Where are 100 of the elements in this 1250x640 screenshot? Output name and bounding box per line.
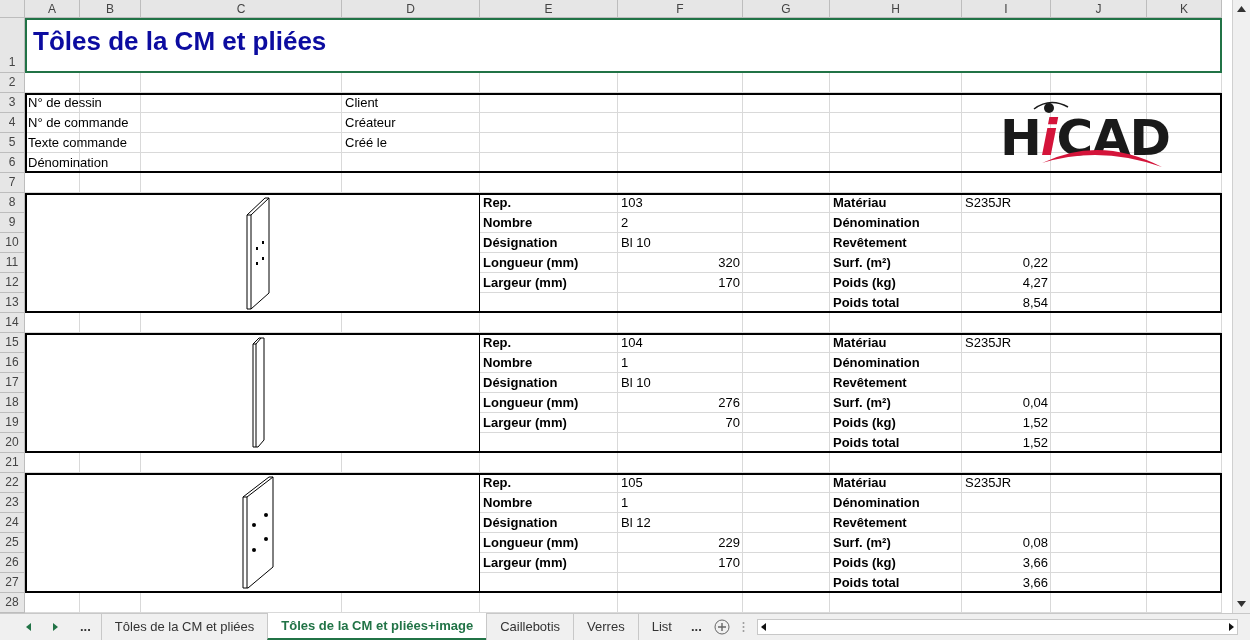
field-label: Dénomination (27, 154, 110, 172)
field-label: Surf. (m²) (832, 394, 892, 412)
previous-sheet-icon[interactable] (26, 623, 31, 631)
sheet-tab[interactable]: Caillebotis (486, 614, 574, 640)
field-label: Matériau (832, 194, 888, 212)
field-label: Longueur (mm) (482, 394, 580, 412)
field-label: Largeur (mm) (482, 554, 568, 572)
field-label: Poids total (832, 574, 901, 592)
field-value: S235JR (964, 194, 1013, 212)
row-header[interactable]: 25 (0, 533, 25, 553)
scroll-right-icon[interactable] (1229, 623, 1234, 631)
column-header[interactable]: K (1147, 0, 1222, 18)
field-label: Poids (kg) (832, 554, 897, 572)
row-header[interactable]: 24 (0, 513, 25, 533)
drag-handle-icon[interactable] (741, 621, 745, 633)
row-header[interactable]: 13 (0, 293, 25, 313)
field-value: 276 (717, 394, 741, 412)
field-value: 0,04 (1021, 394, 1049, 412)
column-header[interactable]: D (342, 0, 480, 18)
horizontal-scrollbar[interactable] (756, 619, 1238, 635)
column-header[interactable]: F (618, 0, 743, 18)
row-header[interactable]: 15 (0, 333, 25, 353)
field-label: Créé le (344, 134, 388, 152)
column-header[interactable]: E (480, 0, 618, 18)
field-value: Bl 10 (620, 374, 652, 392)
field-value: 0,08 (1021, 534, 1049, 552)
row-header[interactable]: 1 (0, 18, 25, 73)
more-sheets-button[interactable]: ... (80, 617, 91, 637)
row-header[interactable]: 14 (0, 313, 25, 333)
sheet-tab[interactable]: List (637, 614, 685, 640)
row-header[interactable]: 20 (0, 433, 25, 453)
field-value: 2 (620, 214, 630, 232)
field-value: 103 (620, 194, 644, 212)
field-label: Texte commande (27, 134, 128, 152)
column-header[interactable]: G (743, 0, 830, 18)
column-header[interactable]: B (80, 0, 141, 18)
field-label: Nombre (482, 354, 534, 372)
field-label: N° de dessin (27, 94, 103, 112)
field-label: Désignation (482, 514, 559, 532)
row-header[interactable]: 27 (0, 573, 25, 593)
field-label: N° de commande (27, 114, 130, 132)
field-label: Longueur (mm) (482, 254, 580, 272)
row-header[interactable]: 9 (0, 213, 25, 233)
row-header[interactable]: 3 (0, 93, 25, 113)
field-label: Revêtement (832, 234, 908, 252)
row-header[interactable]: 17 (0, 373, 25, 393)
scroll-left-icon[interactable] (760, 623, 766, 631)
row-header[interactable]: 22 (0, 473, 25, 493)
row-header[interactable]: 11 (0, 253, 25, 273)
row-header[interactable]: 16 (0, 353, 25, 373)
sheet-tab[interactable]: Tôles de la CM et pliées+image (267, 613, 487, 640)
field-value: 3,66 (1021, 554, 1049, 572)
field-value: 1 (620, 354, 630, 372)
column-header[interactable]: C (141, 0, 342, 18)
scroll-up-icon[interactable] (1237, 6, 1246, 12)
row-header[interactable]: 4 (0, 113, 25, 133)
field-label: Rep. (482, 474, 513, 492)
field-label: Nombre (482, 494, 534, 512)
field-label: Revêtement (832, 374, 908, 392)
field-value: 1,52 (1021, 434, 1049, 452)
row-header[interactable]: 2 (0, 73, 25, 93)
field-value: S235JR (964, 334, 1013, 352)
field-value: S235JR (964, 474, 1013, 492)
row-header[interactable]: 28 (0, 593, 25, 613)
field-label: Poids total (832, 294, 901, 312)
field-label: Désignation (482, 374, 559, 392)
column-header[interactable]: H (830, 0, 962, 18)
row-header[interactable]: 19 (0, 413, 25, 433)
field-label: Poids (kg) (832, 414, 897, 432)
column-header[interactable]: J (1051, 0, 1147, 18)
field-label: Matériau (832, 474, 888, 492)
row-header[interactable]: 21 (0, 453, 25, 473)
more-sheets-button[interactable]: ... (690, 617, 702, 637)
field-value: 105 (620, 474, 644, 492)
field-label: Surf. (m²) (832, 254, 892, 272)
row-header[interactable]: 26 (0, 553, 25, 573)
row-header[interactable]: 7 (0, 173, 25, 193)
field-label: Rep. (482, 194, 513, 212)
field-label: Client (344, 94, 380, 112)
add-sheet-icon[interactable] (713, 619, 730, 635)
field-value: 104 (620, 334, 644, 352)
field-label: Longueur (mm) (482, 534, 580, 552)
field-value: 229 (717, 534, 741, 552)
row-header[interactable]: 10 (0, 233, 25, 253)
row-header[interactable]: 23 (0, 493, 25, 513)
row-header[interactable]: 12 (0, 273, 25, 293)
row-header[interactable]: 6 (0, 153, 25, 173)
field-label: Matériau (832, 334, 888, 352)
row-header[interactable]: 8 (0, 193, 25, 213)
field-value: 0,22 (1021, 254, 1049, 272)
row-header[interactable]: 18 (0, 393, 25, 413)
field-label: Désignation (482, 234, 559, 252)
field-label: Rep. (482, 334, 513, 352)
row-header[interactable]: 5 (0, 133, 25, 153)
field-value: Bl 10 (620, 234, 652, 252)
column-header[interactable]: A (25, 0, 80, 18)
next-sheet-icon[interactable] (53, 623, 58, 631)
sheet-tab[interactable]: Verres (573, 614, 638, 640)
scroll-down-icon[interactable] (1237, 601, 1246, 607)
column-header[interactable]: I (962, 0, 1051, 18)
